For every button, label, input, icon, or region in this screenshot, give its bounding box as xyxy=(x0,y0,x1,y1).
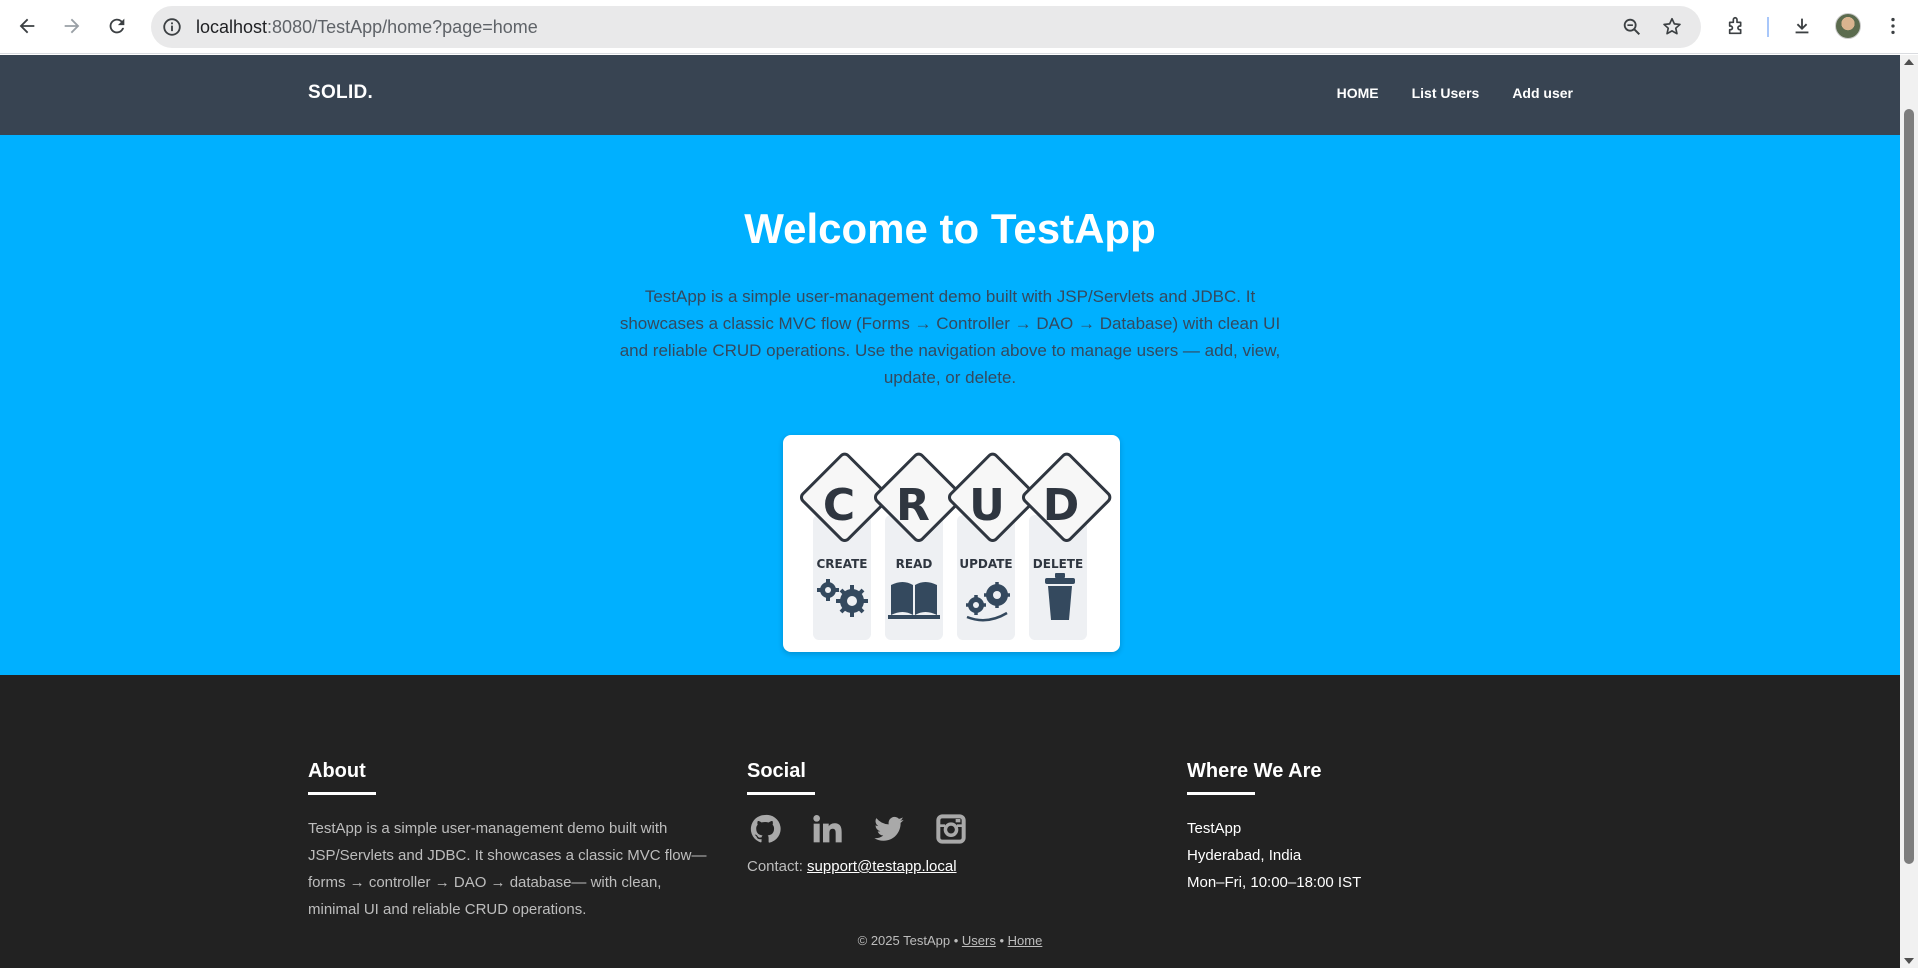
about-heading: About xyxy=(308,760,366,782)
location-info: TestApp Hyderabad, India Mon–Fri, 10:00–… xyxy=(1187,815,1361,896)
location-name: TestApp xyxy=(1187,820,1242,837)
heading-underline xyxy=(1187,792,1255,795)
brand-logo[interactable]: SOLID. xyxy=(308,82,373,104)
crud-word-delete: DELETE xyxy=(1033,557,1083,571)
contact-label: Contact: xyxy=(747,858,803,875)
address-bar[interactable]: localhost:8080/TestApp/home?page=home xyxy=(151,6,1701,48)
contact-line: Contact: support@testapp.local xyxy=(747,858,969,875)
site-info-icon[interactable] xyxy=(161,16,183,38)
hero-description: TestApp is a simple user-management demo… xyxy=(619,287,1281,387)
location-hours: Mon–Fri, 10:00–18:00 IST xyxy=(1187,874,1362,891)
copyright-separator: • xyxy=(999,933,1005,948)
crud-letter-c: C xyxy=(823,480,855,531)
footer-where: Where We Are TestApp Hyderabad, India Mo… xyxy=(1187,760,1361,896)
download-icon[interactable] xyxy=(1788,12,1816,40)
footer-about: About TestApp is a simple user-managemen… xyxy=(308,760,708,923)
back-arrow-icon[interactable] xyxy=(13,12,41,40)
crud-letter-d: D xyxy=(1043,480,1080,531)
nav-home[interactable]: HOME xyxy=(1337,85,1379,101)
zoom-icon[interactable] xyxy=(1621,16,1643,38)
more-menu-icon[interactable] xyxy=(1879,12,1907,40)
crud-word-update: UPDATE xyxy=(959,557,1012,571)
hero-title: Welcome to TestApp xyxy=(744,205,1156,252)
heading-underline xyxy=(308,792,376,795)
crud-letter-r: R xyxy=(896,480,930,531)
social-icons xyxy=(747,811,969,847)
scroll-down-icon[interactable] xyxy=(1904,958,1914,964)
where-heading: Where We Are xyxy=(1187,760,1322,782)
footer-social: Social Contact: support@testapp.local xyxy=(747,760,969,875)
browser-toolbar: localhost:8080/TestApp/home?page=home xyxy=(0,0,1918,54)
nav-list-users[interactable]: List Users xyxy=(1412,85,1480,101)
forward-arrow-icon[interactable] xyxy=(58,12,86,40)
toolbar-divider xyxy=(1767,17,1769,37)
footer-link-users[interactable]: Users xyxy=(962,933,996,948)
heading-underline xyxy=(747,792,815,795)
url-path: :8080/TestApp/home?page=home xyxy=(267,17,538,37)
page-viewport: SOLID. HOME List Users Add user Welcome … xyxy=(0,55,1900,968)
url-text[interactable]: localhost:8080/TestApp/home?page=home xyxy=(196,17,538,38)
profile-avatar[interactable] xyxy=(1835,13,1861,39)
reload-icon[interactable] xyxy=(103,12,131,40)
site-header: SOLID. HOME List Users Add user xyxy=(0,55,1900,135)
about-text: TestApp is a simple user-management demo… xyxy=(308,820,707,918)
site-footer: About TestApp is a simple user-managemen… xyxy=(0,675,1900,968)
crud-graphic: C R U D CREATE READ UPDATE DELETE xyxy=(799,452,1112,640)
crud-word-create: CREATE xyxy=(817,557,868,571)
scrollbar-thumb[interactable] xyxy=(1904,109,1914,864)
crud-word-read: READ xyxy=(896,557,933,571)
copyright-line: © 2025 TestApp • Users • Home xyxy=(0,933,1900,948)
github-icon[interactable] xyxy=(747,811,783,847)
crud-letter-u: U xyxy=(969,480,1005,531)
url-host: localhost xyxy=(196,17,268,37)
linkedin-icon[interactable] xyxy=(809,811,845,847)
social-heading: Social xyxy=(747,760,806,782)
location-city: Hyderabad, India xyxy=(1187,847,1302,864)
page-scrollbar[interactable] xyxy=(1900,55,1918,968)
extensions-icon[interactable] xyxy=(1723,12,1751,40)
copyright-text: © 2025 TestApp • xyxy=(857,933,959,948)
instagram-icon[interactable] xyxy=(933,811,969,847)
hero-section: Welcome to TestApp TestApp is a simple u… xyxy=(0,135,1900,675)
twitter-icon[interactable] xyxy=(871,811,907,847)
main-nav: HOME List Users Add user xyxy=(1337,85,1573,101)
contact-email-link[interactable]: support@testapp.local xyxy=(807,858,956,875)
footer-link-home[interactable]: Home xyxy=(1008,933,1043,948)
scroll-up-icon[interactable] xyxy=(1904,59,1914,65)
bookmark-star-icon[interactable] xyxy=(1661,16,1683,38)
crud-illustration: C R U D CREATE READ UPDATE DELETE xyxy=(783,435,1120,652)
nav-add-user[interactable]: Add user xyxy=(1512,85,1573,101)
